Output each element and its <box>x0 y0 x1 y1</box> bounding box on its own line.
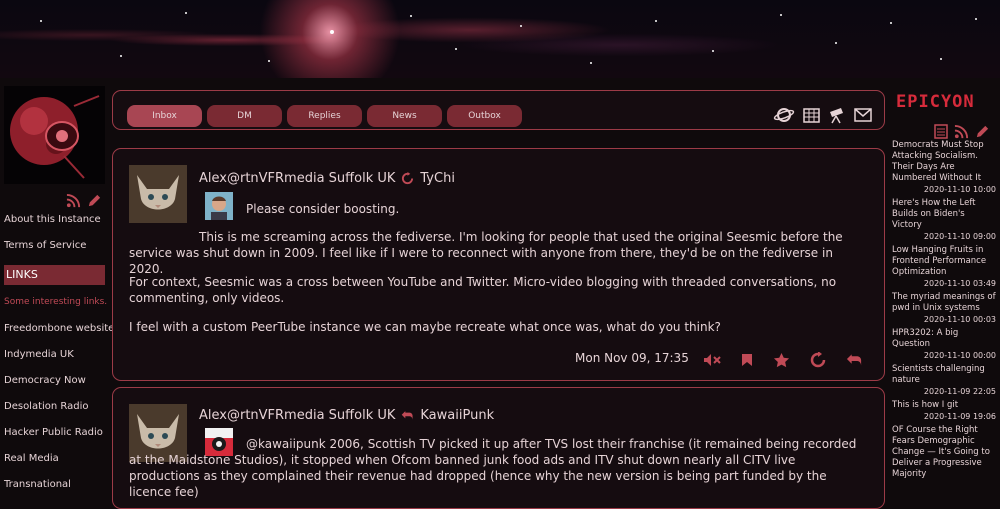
links-description: Some interesting links. <box>4 297 108 307</box>
tab-replies[interactable]: Replies <box>287 105 362 127</box>
link-real-media[interactable]: Real Media <box>4 453 59 464</box>
mail-icon[interactable] <box>854 108 872 122</box>
reply-icon[interactable] <box>846 353 863 367</box>
post-paragraph: @kawaiipunk 2006, Scottish TV picked it … <box>129 437 857 499</box>
link-desolation-radio[interactable]: Desolation Radio <box>4 401 89 412</box>
edit-pencil-icon[interactable] <box>87 193 102 208</box>
newswire-item[interactable]: Low Hanging Fruits in Frontend Performan… <box>892 245 996 289</box>
newswire-item[interactable]: OF Course the Right Fears Demographic Ch… <box>892 425 996 480</box>
post-date[interactable]: Mon Nov 09, 17:35 <box>575 351 689 365</box>
site-logo[interactable]: EPICYON <box>896 92 975 112</box>
newswire-icon[interactable] <box>934 124 948 139</box>
post-paragraph: I feel with a custom PeerTube instance w… <box>129 320 721 334</box>
newswire-item[interactable]: The myriad meanings of pwd in Unix syste… <box>892 292 996 325</box>
newswire-item[interactable]: Scientists challenging nature 2020-11-09 … <box>892 364 996 397</box>
like-star-icon[interactable] <box>773 352 790 368</box>
boosted-by[interactable]: TyChi <box>420 171 455 186</box>
tab-inbox[interactable]: Inbox <box>127 105 202 127</box>
links-heading: LINKS <box>4 265 105 285</box>
post-author[interactable]: Alex@rtnVFRmedia Suffolk UK <box>199 171 395 186</box>
post-card: Alex@rtnVFRmedia Suffolk UK KawaiiPunk @… <box>112 387 885 509</box>
link-indymedia[interactable]: Indymedia UK <box>4 349 74 360</box>
timeline-main: Inbox DM Replies News Outbox Alex@rtnVFR… <box>112 90 885 509</box>
newswire-list: Democrats Must Stop Attacking Socialism.… <box>892 140 996 483</box>
reply-arrow-icon <box>401 410 414 421</box>
right-column: EPICYON Democrats Must Stop Attacking So… <box>890 78 1000 490</box>
post-intro: Please consider boosting. <box>246 202 400 216</box>
about-instance-link[interactable]: About this Instance <box>4 214 101 225</box>
post-author[interactable]: Alex@rtnVFRmedia Suffolk UK <box>199 408 395 423</box>
rss-icon[interactable] <box>66 193 81 208</box>
newswire-item[interactable]: Here's How the Left Builds on Biden's Vi… <box>892 198 996 242</box>
timeline-tabs-bar: Inbox DM Replies News Outbox <box>112 90 885 130</box>
post-paragraph: For context, Seesmic was a cross between… <box>129 275 837 305</box>
planet-icon[interactable] <box>773 106 795 124</box>
link-democracy-now[interactable]: Democracy Now <box>4 375 86 386</box>
repeat-icon[interactable] <box>810 352 826 368</box>
instance-avatar[interactable] <box>4 86 105 184</box>
left-column: About this Instance Terms of Service LIN… <box>0 78 114 490</box>
booster-avatar[interactable] <box>205 192 233 220</box>
reply-to[interactable]: KawaiiPunk <box>420 408 494 423</box>
post-card: Alex@rtnVFRmedia Suffolk UK TyChi Please… <box>112 148 885 381</box>
link-hacker-public-radio[interactable]: Hacker Public Radio <box>4 427 103 438</box>
tab-news[interactable]: News <box>367 105 442 127</box>
mute-icon[interactable] <box>703 353 721 367</box>
newswire-item[interactable]: HPR3202: A big Question 2020-11-10 00:00 <box>892 328 996 361</box>
tab-outbox[interactable]: Outbox <box>447 105 522 127</box>
newswire-item[interactable]: Democrats Must Stop Attacking Socialism.… <box>892 140 996 195</box>
edit-pencil-icon[interactable] <box>975 124 990 139</box>
header-banner-image <box>0 0 1000 78</box>
terms-of-service-link[interactable]: Terms of Service <box>4 240 86 251</box>
rss-icon[interactable] <box>954 124 969 139</box>
link-freedombone[interactable]: Freedombone website <box>4 323 114 334</box>
tab-dm[interactable]: DM <box>207 105 282 127</box>
repeat-icon <box>401 172 414 185</box>
calendar-icon[interactable] <box>803 107 820 123</box>
newswire-item[interactable]: This is how I git 2020-11-09 19:06 <box>892 400 996 422</box>
link-transnational[interactable]: Transnational <box>4 479 71 490</box>
telescope-icon[interactable] <box>828 107 846 124</box>
post-paragraph: This is me screaming across the fedivers… <box>129 230 843 276</box>
bookmark-icon[interactable] <box>741 353 753 367</box>
author-avatar[interactable] <box>129 165 187 223</box>
